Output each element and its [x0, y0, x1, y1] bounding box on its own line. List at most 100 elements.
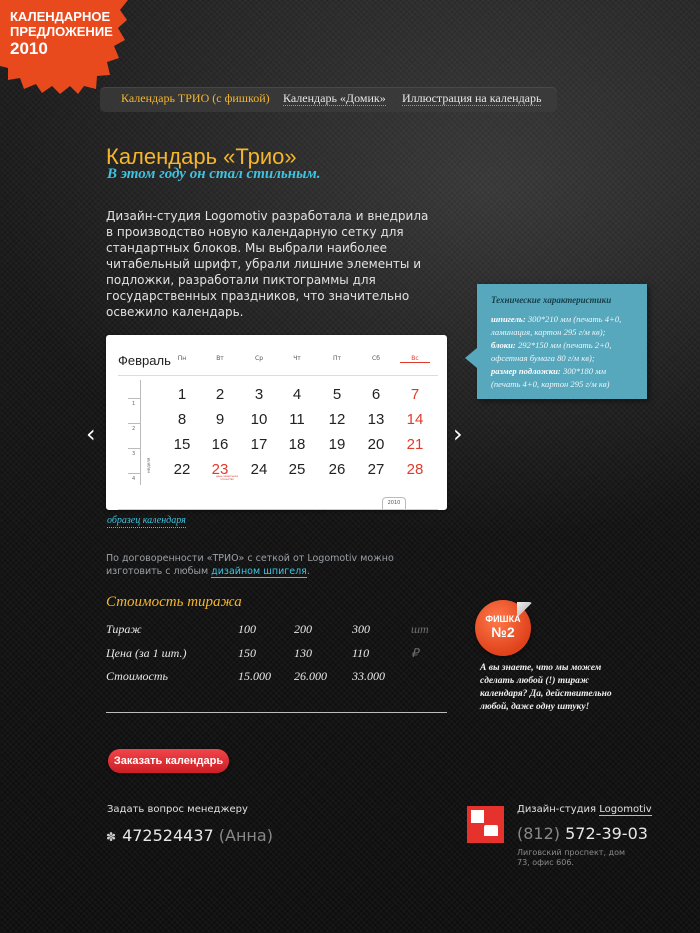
calendar-day: 5	[332, 386, 342, 403]
weekday-label: Сб	[372, 355, 380, 362]
table-row: Тираж 100 200 300 шт	[106, 622, 446, 646]
cost-heading: Стоимость тиража	[106, 594, 242, 610]
calendar-preview: Февраль неделя день защитника отечества …	[106, 335, 447, 510]
page-subtitle: В этом году он стал стильным.	[107, 166, 321, 182]
calendar-day: 23	[211, 461, 229, 478]
icq-number: 472524437	[122, 826, 214, 845]
spec-item: размер подложки: 300*180 мм (печать 4+0,…	[491, 366, 610, 389]
customization-note: По договоренности «ТРИО» с сеткой от Log…	[106, 553, 394, 578]
row-value: 110	[352, 645, 370, 660]
week-tick	[128, 448, 140, 449]
table-row: Стоимость 15.000 26.000 33.000	[106, 669, 446, 693]
row-value: 130	[294, 645, 312, 660]
weekday-label: Пн	[177, 355, 187, 362]
week-tick	[128, 473, 140, 474]
studio-label: Дизайн-студия Logomotiv	[517, 804, 652, 816]
weekday-label: Чт	[293, 355, 301, 362]
fishka-label: ФИШКА	[485, 614, 521, 624]
week-number: 3	[132, 451, 136, 457]
calendar-day: 15	[173, 436, 191, 453]
week-tick	[128, 423, 140, 424]
spec-item: шпигель: 300*210 мм (печать 4+0, ламинац…	[491, 314, 622, 337]
calendar-day: 4	[292, 386, 302, 403]
description-text: Дизайн-студия Logomotiv разработала и вн…	[106, 209, 429, 319]
spec-title: Технические характеристики	[491, 295, 612, 305]
calendar-day: 25	[288, 461, 306, 478]
ask-manager-label: Задать вопрос менеджеру	[107, 804, 248, 815]
row-value: 33.000	[352, 669, 385, 683]
badge-line-1: КАЛЕНДАРНОЕ	[10, 9, 111, 24]
icq-name: (Анна)	[218, 826, 273, 845]
calendar-day: 3	[254, 386, 264, 403]
offer-badge: КАЛЕНДАРНОЕ ПРЕДЛОЖЕНИЕ 2010	[0, 0, 128, 94]
studio-link[interactable]: Logomotiv	[599, 804, 652, 816]
calendar-day: 10	[250, 411, 268, 428]
row-value: 100	[238, 622, 256, 636]
calendar-day: 21	[406, 436, 424, 453]
phone-code: (812)	[517, 824, 561, 843]
weekday-label: Ср	[255, 355, 263, 362]
spec-item: блоки: 292*150 мм (печать 2+0, офсетная …	[491, 340, 612, 363]
calendar-header-divider	[118, 375, 438, 376]
icq-contact: ✽ 472524437 (Анна)	[106, 826, 273, 845]
weekday-label: Пт	[332, 355, 341, 362]
row-label: Цена (за 1 шт.)	[106, 645, 187, 660]
shpigel-design-link[interactable]: дизайном шпигеля	[211, 566, 307, 578]
nav-item-domik[interactable]: Календарь «Домик»	[283, 92, 386, 106]
fishka-text: А вы знаете, что мы можем сделать любой …	[480, 663, 612, 712]
week-tick	[128, 398, 140, 399]
sample-calendar-link[interactable]: образец календаря	[107, 515, 186, 528]
week-number: 4	[132, 476, 136, 482]
calendar-day: 24	[250, 461, 268, 478]
row-value: 26.000	[294, 669, 327, 683]
next-arrow-icon[interactable]: ›	[453, 422, 463, 446]
week-label: неделя	[146, 457, 151, 473]
studio-address: Лиговский проспект, дом 73, офис 606.	[517, 848, 625, 867]
order-calendar-button[interactable]: Заказать календарь	[108, 749, 229, 773]
calendar-day: 22	[173, 461, 191, 478]
nav-item-trio[interactable]: Календарь ТРИО (с фишкой)	[121, 92, 270, 105]
calendar-bottom-line	[118, 509, 438, 510]
row-label: Стоимость	[106, 669, 168, 683]
phone-number: 572-39-03	[565, 824, 648, 843]
calendar-day: 9	[215, 411, 225, 428]
calendar-day: 26	[328, 461, 346, 478]
calendar-day: 18	[288, 436, 306, 453]
calendar-day: 28	[406, 461, 424, 478]
row-value: 300	[352, 622, 370, 636]
table-row: Цена (за 1 шт.) 150 130 110 ₽	[106, 646, 446, 670]
calendar-month: Февраль	[118, 353, 171, 368]
fishka-badge: ФИШКА №2	[475, 600, 533, 656]
calendar-day: 11	[289, 411, 305, 428]
prev-arrow-icon[interactable]: ‹	[86, 422, 96, 446]
icq-flower-icon: ✽	[106, 830, 117, 844]
calendar-day: 13	[367, 411, 385, 428]
row-value: 200	[294, 622, 312, 636]
calendar-day: 27	[367, 461, 385, 478]
weekday-label: Вт	[216, 355, 224, 362]
calendar-day: 12	[328, 411, 346, 428]
calendar-day: 14	[406, 411, 424, 428]
calendar-day: 17	[250, 436, 268, 453]
week-number: 2	[132, 426, 136, 432]
logomotiv-logo-icon	[467, 806, 504, 843]
fishka-number: №2	[491, 624, 515, 640]
calendar-day: 2	[215, 386, 225, 403]
year-tab: 2010	[382, 497, 406, 509]
week-number: 1	[132, 401, 136, 407]
week-column-divider	[140, 380, 141, 485]
nav-item-illustration[interactable]: Иллюстрация на календарь	[402, 92, 542, 106]
row-label: Тираж	[106, 622, 142, 636]
row-unit: шт	[411, 622, 429, 636]
calendar-day: 8	[177, 411, 187, 428]
calendar-day: 19	[328, 436, 346, 453]
top-nav: Календарь ТРИО (с фишкой) Календарь «Дом…	[100, 87, 557, 112]
badge-line-2: ПРЕДЛОЖЕНИЕ	[10, 24, 113, 39]
calendar-day: 16	[211, 436, 229, 453]
calendar-day: 1	[177, 386, 187, 403]
row-unit: ₽	[411, 645, 419, 660]
price-table: Тираж 100 200 300 шт Цена (за 1 шт.) 150…	[106, 622, 446, 693]
badge-year: 2010	[10, 39, 48, 58]
calendar-day: 7	[410, 386, 420, 403]
studio-phone: (812) 572-39-03	[517, 824, 648, 843]
